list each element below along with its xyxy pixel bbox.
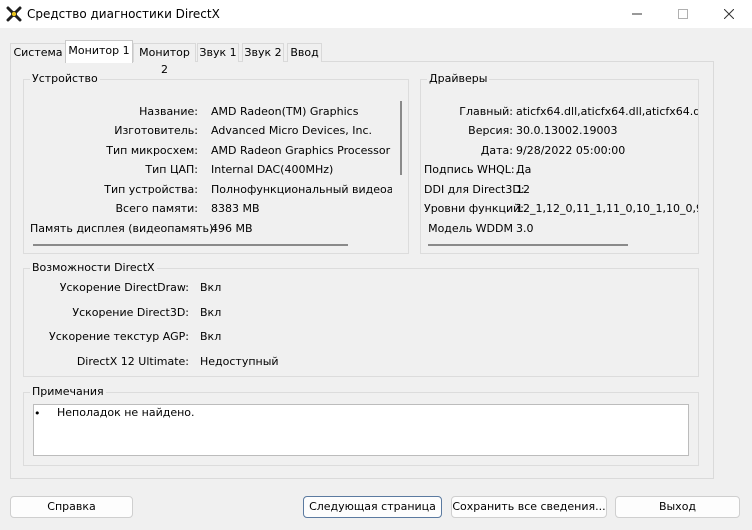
driver-date-value: 9/28/2022 05:00:00 <box>516 144 626 157</box>
driver-main-value: aticfx64.dll,aticfx64.dll,aticfx64.dll,a… <box>516 105 698 118</box>
driver-main-label: Главный: <box>459 105 513 118</box>
save-all-info-button[interactable]: Сохранить все сведения... <box>451 496 607 518</box>
ddi-direct3d-value: 12 <box>516 183 530 196</box>
direct3d-acceleration-label: Ускорение Direct3D: <box>72 306 189 319</box>
tab-sound-1[interactable]: Звук 1 <box>197 43 239 62</box>
title-bar: Средство диагностики DirectX <box>0 0 752 28</box>
driver-version-label: Версия: <box>468 124 513 137</box>
whql-signature-value: Да <box>516 163 532 176</box>
feature-levels-value: 12_1,12_0,11_1,11_0,10_1,10_0,9_3 <box>516 202 698 215</box>
directx12-ultimate-label: DirectX 12 Ultimate: <box>76 355 189 368</box>
total-memory-value: 8383 MB <box>211 202 260 215</box>
device-horizontal-scrollbar[interactable] <box>33 244 348 246</box>
ddi-direct3d-label: DDI для Direct3D: <box>424 183 525 196</box>
directx12-ultimate-value: Недоступный <box>200 355 279 368</box>
agp-texture-acceleration-value: Вкл <box>200 330 222 343</box>
device-name-value: AMD Radeon(TM) Graphics <box>211 105 359 118</box>
help-button[interactable]: Справка <box>10 496 133 518</box>
dac-type-label: Тип ЦАП: <box>145 163 198 176</box>
display-memory-label: Память дисплея (видеопамять): <box>30 222 217 235</box>
chip-type-label: Тип микросхем: <box>106 144 198 157</box>
maximize-icon <box>678 9 688 19</box>
whql-signature-label: Подпись WHQL: <box>424 163 515 176</box>
notes-bullet: • <box>34 407 41 420</box>
close-icon <box>724 9 734 19</box>
wddm-model-value: 3.0 <box>516 222 534 235</box>
feature-levels-label: Уровни функций: <box>424 202 524 215</box>
device-manufacturer-value: Advanced Micro Devices, Inc. <box>211 124 373 137</box>
tab-monitor-1[interactable]: Монитор 1 <box>65 40 133 63</box>
device-name-label: Название: <box>139 105 198 118</box>
directx-features-title: Возможности DirectX <box>30 261 157 274</box>
total-memory-label: Всего памяти: <box>115 202 198 215</box>
device-type-label: Тип устройства: <box>104 183 198 196</box>
driver-date-label: Дата: <box>480 144 513 157</box>
device-manufacturer-label: Изготовитель: <box>114 124 198 137</box>
tab-sound-2[interactable]: Звук 2 <box>242 43 284 62</box>
dac-type-value: Internal DAC(400MHz) <box>211 163 334 176</box>
tab-input[interactable]: Ввод <box>287 43 322 62</box>
directx-app-icon <box>6 6 22 22</box>
tab-system[interactable]: Система <box>10 43 66 62</box>
maximize-button[interactable] <box>660 0 706 28</box>
drivers-horizontal-scrollbar[interactable] <box>428 244 628 246</box>
exit-button[interactable]: Выход <box>615 496 740 518</box>
drivers-group-title: Драйверы <box>427 72 490 85</box>
next-page-button[interactable]: Следующая страница <box>303 496 442 518</box>
agp-texture-acceleration-label: Ускорение текстур AGP: <box>49 330 189 343</box>
tab-monitor-2[interactable]: Монитор 2 <box>133 43 196 76</box>
minimize-button[interactable] <box>614 0 660 28</box>
device-type-value: Полнофункциональный видеоадап <box>211 183 392 196</box>
device-group-title: Устройство <box>30 72 100 85</box>
display-memory-value: 496 MB <box>211 222 253 235</box>
device-vertical-scrollbar[interactable] <box>400 101 402 175</box>
window-title: Средство диагностики DirectX <box>27 7 220 21</box>
notes-title: Примечания <box>30 385 106 398</box>
driver-version-value: 30.0.13002.19003 <box>516 124 618 137</box>
chip-type-value: AMD Radeon Graphics Processor (0x1 <box>211 144 392 157</box>
close-button[interactable] <box>706 0 752 28</box>
notes-text: Неполадок не найдено. <box>57 406 195 419</box>
direct3d-acceleration-value: Вкл <box>200 306 222 319</box>
directdraw-acceleration-label: Ускорение DirectDraw: <box>59 281 189 294</box>
wddm-model-label: Модель WDDM <box>428 222 513 235</box>
minimize-icon <box>632 13 642 15</box>
directdraw-acceleration-value: Вкл <box>200 281 222 294</box>
